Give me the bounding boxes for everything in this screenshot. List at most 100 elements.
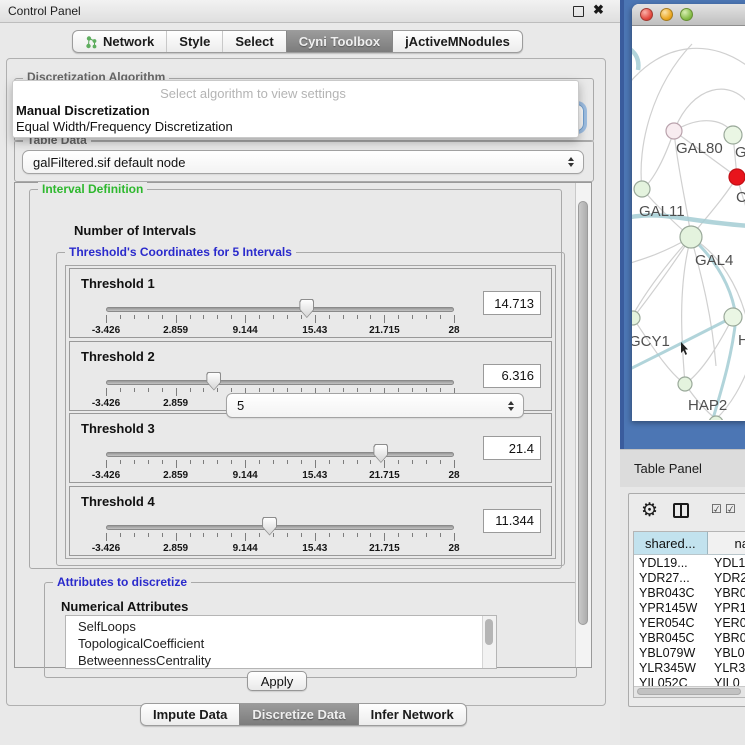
menu-item-equal-width-frequency[interactable]: Equal Width/Frequency Discretization <box>16 119 233 134</box>
network-window-titlebar <box>632 4 745 26</box>
table-row[interactable]: YLR345WYLR3 <box>634 660 745 675</box>
network-node[interactable] <box>678 377 692 391</box>
network-node-label: GAL11 <box>639 203 685 220</box>
table-row[interactable]: YDR27...YDR2 <box>634 570 745 585</box>
tab-infer-network[interactable]: Infer Network <box>358 704 466 725</box>
network-graph: GAL80GACGAL11GAL4GCY1HHAP2 <box>632 26 745 420</box>
tab-network-label: Network <box>103 34 154 49</box>
mouse-cursor <box>681 342 688 355</box>
apply-button[interactable]: Apply <box>247 671 307 691</box>
slider-ticks <box>106 315 454 324</box>
table-cell-name: YDR2 <box>710 571 745 585</box>
slider-ticks <box>106 533 454 542</box>
threshold-value-field[interactable]: 21.4 <box>483 436 541 460</box>
table-cell-shared-name: YBL079W <box>634 646 710 660</box>
table-data-combo-value: galFiltered.sif default node <box>33 155 185 170</box>
tab-cyni-toolbox[interactable]: Cyni Toolbox <box>286 31 392 52</box>
table-panel-title: Table Panel <box>634 461 702 476</box>
slider: -3.4262.8599.14415.4321.71528 <box>106 444 454 482</box>
close-icon[interactable]: ✖ <box>593 2 604 18</box>
table-header-row: shared... na <box>634 532 745 555</box>
threshold-value-field[interactable]: 14.713 <box>483 291 541 315</box>
slider-track[interactable] <box>106 380 454 385</box>
slider-track[interactable] <box>106 452 454 457</box>
minimize-traffic-light[interactable] <box>660 8 673 21</box>
table-cell-shared-name: YDL19... <box>634 556 710 570</box>
gear-icon[interactable]: ⚙ <box>641 500 658 522</box>
network-node[interactable] <box>634 181 650 197</box>
zoom-traffic-light[interactable] <box>680 8 693 21</box>
table-row[interactable]: YBR043CYBR0 <box>634 585 745 600</box>
attributes-scrollbar[interactable] <box>482 616 496 668</box>
numerical-attributes-heading: Numerical Attributes <box>61 599 188 614</box>
attribute-list-item[interactable]: BetweennessCentrality <box>78 652 211 669</box>
table-cell-shared-name: YBR045C <box>634 631 710 645</box>
network-canvas[interactable]: GAL80GACGAL11GAL4GCY1HHAP2 <box>632 26 745 420</box>
network-icon <box>85 35 98 49</box>
table-row[interactable]: YBR045CYBR0 <box>634 630 745 645</box>
slider-track[interactable] <box>106 525 454 530</box>
slider-ticks <box>106 460 454 469</box>
table-cell-shared-name: YDR27... <box>634 571 710 585</box>
attribute-list-item[interactable]: SelfLoops <box>78 618 211 635</box>
threshold-panel: Threshold 4 -3.4262.8599.14415.4321.71528… <box>69 486 552 556</box>
bottom-tab-bar: Impute Data Discretize Data Infer Networ… <box>140 703 467 726</box>
column-layout-icon[interactable] <box>673 503 689 518</box>
slider-track[interactable] <box>106 307 454 312</box>
table-header-name[interactable]: na <box>708 532 745 554</box>
table-panel-box: ⚙ ☑ ☑ shared... na YDL19...YDL1YDR27...Y… <box>628 493 745 707</box>
network-node-label: H <box>738 332 745 349</box>
attribute-list-item[interactable]: TopologicalCoefficient <box>78 635 211 652</box>
slider: -3.4262.8599.14415.4321.71528 <box>106 517 454 555</box>
threshold-panel: Threshold 3-3.4262.8599.14415.4321.71528… <box>69 413 552 483</box>
network-node[interactable] <box>709 416 723 420</box>
network-node[interactable] <box>729 169 745 185</box>
number-of-intervals-combo[interactable]: 5 <box>226 393 524 418</box>
node-table: shared... na YDL19...YDL1YDR27...YDR2YBR… <box>633 531 745 698</box>
number-of-intervals-value: 5 <box>237 398 244 413</box>
table-rows: YDL19...YDL1YDR27...YDR2YBR043CYBR0YPR14… <box>634 555 745 690</box>
vertical-scrollbar[interactable] <box>575 183 591 667</box>
checkbox-icon[interactable]: ☑ <box>725 502 736 516</box>
control-panel-titlebar: Control Panel ✖ <box>0 0 620 23</box>
threshold-value-field[interactable]: 11.344 <box>483 509 541 533</box>
table-cell-shared-name: YER054C <box>634 616 710 630</box>
network-node[interactable] <box>666 123 682 139</box>
slider: -3.4262.8599.14415.4321.71528 <box>106 299 454 337</box>
tab-impute-data[interactable]: Impute Data <box>141 704 239 725</box>
threshold-label: Threshold 4 <box>81 494 155 509</box>
checkbox-icon[interactable]: ☑ <box>711 502 722 516</box>
tab-jactivemnodules[interactable]: jActiveMNodules <box>392 31 522 52</box>
table-row[interactable]: YDL19...YDL1 <box>634 555 745 570</box>
network-node-label: C <box>736 189 745 206</box>
table-panel-titlebar: Table Panel <box>620 449 745 487</box>
thresholds-group-title: Threshold's Coordinates for 5 Intervals <box>65 245 296 259</box>
horizontal-scrollbar[interactable] <box>634 686 745 697</box>
table-row[interactable]: YBL079WYBL0 <box>634 645 745 660</box>
network-node[interactable] <box>680 226 702 248</box>
table-header-shared-name[interactable]: shared... <box>634 532 708 554</box>
close-traffic-light[interactable] <box>640 8 653 21</box>
table-cell-name: YBR0 <box>710 631 745 645</box>
network-node[interactable] <box>724 308 742 326</box>
table-cell-shared-name: YLR345W <box>634 661 710 675</box>
algorithm-dropdown-popup: Select algorithm to view settings Manual… <box>12 80 579 138</box>
threshold-value-field[interactable]: 6.316 <box>483 364 541 388</box>
menu-item-manual-discretization[interactable]: Manual Discretization <box>16 103 150 118</box>
table-data-combo[interactable]: galFiltered.sif default node <box>22 150 584 174</box>
slider-tick-labels: -3.4262.8599.14415.4321.71528 <box>106 325 454 337</box>
network-node[interactable] <box>632 311 640 325</box>
table-row[interactable]: YER054CYER0 <box>634 615 745 630</box>
tab-network[interactable]: Network <box>73 31 166 52</box>
float-window-icon[interactable] <box>573 6 584 17</box>
algorithm-placeholder: Select algorithm to view settings <box>13 86 493 101</box>
network-node[interactable] <box>724 126 742 144</box>
vertical-scrollbar-thumb[interactable] <box>578 201 588 625</box>
tab-style[interactable]: Style <box>166 31 222 52</box>
table-cell-shared-name: YPR145W <box>634 601 710 615</box>
tab-select[interactable]: Select <box>222 31 285 52</box>
tab-discretize-data[interactable]: Discretize Data <box>239 704 357 725</box>
table-panel-body: ⚙ ☑ ☑ shared... na YDL19...YDL1YDR27...Y… <box>620 487 745 745</box>
table-row[interactable]: YPR145WYPR1 <box>634 600 745 615</box>
table-cell-name: YLR3 <box>710 661 745 675</box>
